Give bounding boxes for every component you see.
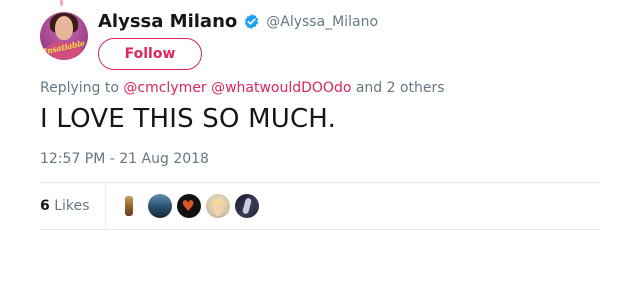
replying-to-others[interactable]: and 2 others (356, 80, 445, 96)
author-handle[interactable]: @Alyssa_Milano (266, 14, 378, 30)
follow-button[interactable]: Follow (98, 38, 202, 70)
replying-to-line: Replying to @cmclymer @whatwouldDOOdo an… (40, 80, 445, 96)
mention-link[interactable]: @cmclymer (123, 80, 206, 96)
tweet-timestamp[interactable]: 12:57 PM - 21 Aug 2018 (40, 151, 209, 167)
likes-stat[interactable]: 6 Likes (40, 183, 107, 229)
liker-avatar[interactable]: ♥ (177, 194, 202, 218)
liker-avatars: ♥ (120, 194, 264, 218)
mention-link[interactable]: @whatwouldDOOdo (211, 80, 351, 96)
author-display-name[interactable]: Alyssa Milano (98, 11, 237, 32)
tweet-stats: 6 Likes ♥ (40, 183, 600, 229)
liker-avatar[interactable] (235, 194, 260, 218)
likes-label: Likes (54, 198, 90, 214)
reply-thread-connector (60, 0, 63, 6)
tweet-text: I LOVE THIS SO MUCH. (40, 104, 337, 134)
avatar[interactable]: Insatiable (40, 12, 88, 60)
author-header: Alyssa Milano @Alyssa_Milano (98, 11, 378, 32)
likes-count: 6 (40, 198, 50, 214)
liker-avatar[interactable] (120, 194, 139, 218)
heart-icon: ♥ (181, 197, 195, 215)
liker-avatar[interactable] (148, 194, 173, 218)
divider (40, 229, 600, 230)
replying-to-prefix: Replying to (40, 80, 119, 96)
verified-badge-icon (243, 13, 260, 30)
liker-avatar[interactable] (206, 194, 231, 218)
